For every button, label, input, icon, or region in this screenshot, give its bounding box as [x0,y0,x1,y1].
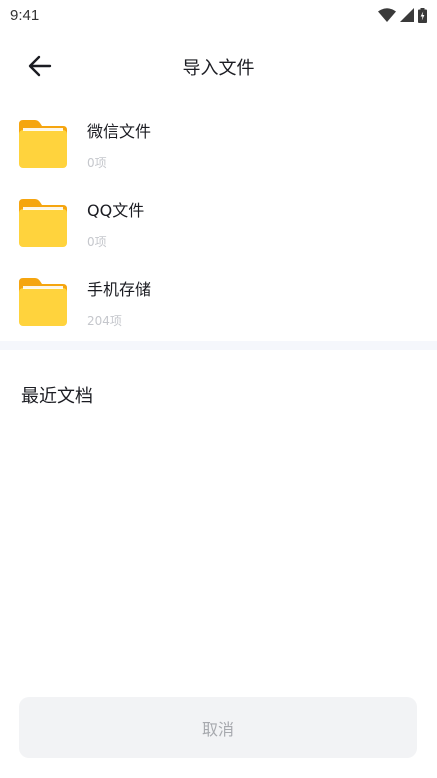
folder-count: 204项 [87,314,122,328]
folder-icon [19,118,67,168]
app-bar: 导入文件 [0,40,437,94]
signal-icon [400,8,414,22]
folder-count: 0项 [87,235,107,249]
status-icons [378,7,427,23]
folder-name: QQ文件 [87,201,145,220]
folder-name: 微信文件 [87,122,152,141]
section-divider [0,341,437,350]
battery-icon [418,7,427,23]
folder-icon [19,276,67,326]
folder-name: 手机存储 [87,280,152,299]
status-time: 9:41 [10,6,40,24]
recent-documents-title: 最近文档 [21,386,93,407]
cancel-button[interactable]: 取消 [19,697,417,758]
folder-icon [19,197,67,247]
folder-item-wechat[interactable]: 微信文件 0项 [0,106,437,185]
folder-list: 微信文件 0项 QQ文件 0项 手机存储 204项 [0,106,437,343]
folder-count: 0项 [87,156,107,170]
page-title: 导入文件 [182,58,255,79]
wifi-icon [378,8,396,22]
status-bar: 9:41 [0,0,437,30]
folder-item-phone-storage[interactable]: 手机存储 204项 [0,264,437,343]
folder-item-qq[interactable]: QQ文件 0项 [0,185,437,264]
